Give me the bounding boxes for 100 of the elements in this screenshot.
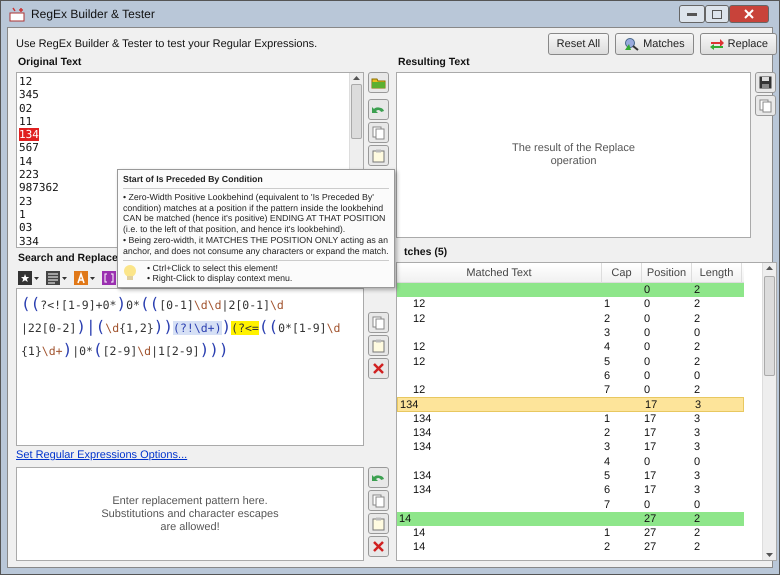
pattern-token: {1} — [21, 344, 42, 358]
table-cell: 134 — [413, 441, 432, 454]
paste-button[interactable] — [368, 513, 389, 534]
paste-button[interactable] — [368, 145, 389, 166]
table-row[interactable]: 12 5 0 2 — [397, 354, 744, 369]
table-cell: 17 — [645, 398, 658, 411]
pattern-token: \d — [105, 321, 120, 335]
pattern-token: 0*[1-9] — [278, 321, 327, 335]
column-header[interactable]: Position — [642, 263, 692, 282]
table-cell: 2 — [694, 356, 700, 368]
open-button[interactable] — [368, 72, 389, 93]
undo-button[interactable] — [368, 467, 389, 488]
table-cell: 14 — [399, 512, 412, 525]
table-cell: 0 — [694, 327, 700, 340]
table-row[interactable]: 14 27 2 — [397, 512, 744, 526]
table-cell: 0 — [644, 384, 650, 396]
matches-button[interactable]: Matches — [615, 33, 694, 55]
scroll-up-icon — [766, 266, 773, 270]
tooltip-title: Start of Is Preceded By Condition — [123, 173, 389, 189]
table-row[interactable]: 6 0 0 — [397, 368, 744, 384]
intro-text: Use RegEx Builder & Tester to test your Regular Expressions. — [16, 37, 318, 52]
table-row[interactable]: 134 17 3 — [397, 397, 744, 412]
table-cell: 1 — [604, 412, 610, 425]
column-header[interactable]: Cap — [602, 263, 642, 282]
list-dropdown-icon — [46, 271, 68, 285]
table-cell: 2 — [694, 312, 700, 325]
pattern-token: 9] — [186, 344, 200, 358]
table-cell: 3 — [694, 427, 700, 440]
table-cell: 3 — [604, 441, 610, 454]
table-cell: 2 — [694, 384, 700, 396]
table-row[interactable]: 4 0 0 — [397, 454, 744, 469]
close-button[interactable] — [729, 5, 769, 23]
pattern-token: 0* — [126, 298, 140, 312]
text-line: 02 — [19, 102, 32, 115]
pattern-token: ))) — [200, 340, 228, 359]
delete-button[interactable] — [368, 358, 389, 379]
paste-button[interactable] — [368, 335, 389, 356]
table-cell: 3 — [694, 441, 700, 454]
table-row[interactable]: 134 5 17 3 — [397, 468, 744, 484]
reset-button[interactable]: Reset All — [548, 33, 610, 55]
undo-button[interactable] — [368, 99, 389, 120]
table-cell: 17 — [644, 470, 656, 482]
pattern-token: |1[2- — [151, 344, 186, 358]
text-line: 334 — [19, 234, 39, 248]
table-cell: 2 — [604, 312, 610, 325]
table-row[interactable]: 12 1 0 2 — [397, 297, 744, 312]
minimize-button[interactable] — [679, 5, 705, 23]
maximize-icon — [712, 10, 722, 18]
paste-icon — [372, 338, 385, 352]
table-cell: 7 — [604, 384, 610, 396]
table-cell: 3 — [694, 484, 700, 496]
table-row[interactable]: 134 1 17 3 — [397, 412, 744, 426]
table-cell: 7 — [604, 498, 610, 511]
copy-button[interactable] — [368, 312, 389, 333]
maximize-button[interactable] — [705, 5, 729, 23]
copy-button[interactable] — [368, 490, 389, 511]
table-row[interactable]: 3 0 0 — [397, 326, 744, 340]
pattern-token: (( — [140, 294, 160, 313]
options-link[interactable]: Set Regular Expressions Options... — [16, 449, 188, 465]
table-cell: 12 — [413, 298, 426, 310]
table-row[interactable]: 12 4 0 2 — [397, 340, 744, 354]
table-cell: 12 — [413, 384, 426, 396]
replacement-field[interactable]: Enter replacement pattern here. Substitutions and character escapes are allowed! — [16, 467, 364, 561]
table-row[interactable]: 134 2 17 3 — [397, 426, 744, 440]
swap-arrows-icon — [708, 37, 725, 51]
table-row[interactable]: 14 2 27 2 — [397, 540, 744, 555]
table-row[interactable]: 0 2 — [397, 283, 744, 298]
pattern-token: \d — [137, 344, 152, 358]
window-title: RegEx Builder & Tester — [31, 7, 156, 21]
copy-button[interactable] — [368, 122, 389, 143]
pattern-token: (?<= — [231, 321, 259, 335]
text-line: 03 — [19, 221, 32, 234]
table-cell: 0 — [644, 341, 650, 354]
table-row[interactable]: 134 6 17 3 — [397, 483, 744, 498]
result-text-area[interactable]: The result of the Replace operation — [396, 72, 751, 238]
column-header[interactable]: Matched Text — [397, 263, 602, 282]
table-cell: 5 — [604, 356, 610, 368]
column-header[interactable]: Length — [692, 263, 742, 282]
pattern-token: [0-1] — [159, 298, 194, 312]
copy-icon — [372, 316, 385, 330]
table-cell: 3 — [694, 470, 700, 482]
pattern-token: ) — [116, 294, 126, 313]
table-row[interactable]: 12 7 0 2 — [397, 383, 744, 398]
table-row[interactable]: 12 2 0 2 — [397, 312, 744, 326]
pattern-token: |0* — [72, 344, 93, 358]
delete-button[interactable] — [368, 536, 389, 557]
table-row[interactable]: 14 1 27 2 — [397, 526, 744, 540]
table-cell: 2 — [604, 541, 610, 554]
scrollbar[interactable] — [762, 263, 776, 560]
pattern-token: ) — [62, 340, 72, 359]
text-line: 987362 — [19, 181, 59, 194]
replace-button[interactable]: Replace — [700, 33, 777, 55]
save-button[interactable] — [755, 72, 776, 93]
pattern-editor[interactable]: ((?<![1-9]+0*)0*(([0-1]\d\d|2[0-1]\d |22[0-2])|(\d{1,2}))(?!\d+))(?<=((0*[1-9]\d {1}\d+)|0*([2-9]\d|1[2-9]))) — [16, 288, 364, 446]
table-cell: 12 — [413, 356, 426, 368]
scroll-up-icon — [353, 76, 360, 80]
table-row[interactable]: 7 0 0 — [397, 497, 744, 512]
table-cell: 12 — [413, 341, 426, 354]
scroll-down-icon — [766, 553, 773, 557]
table-row[interactable]: 134 3 17 3 — [397, 440, 744, 455]
